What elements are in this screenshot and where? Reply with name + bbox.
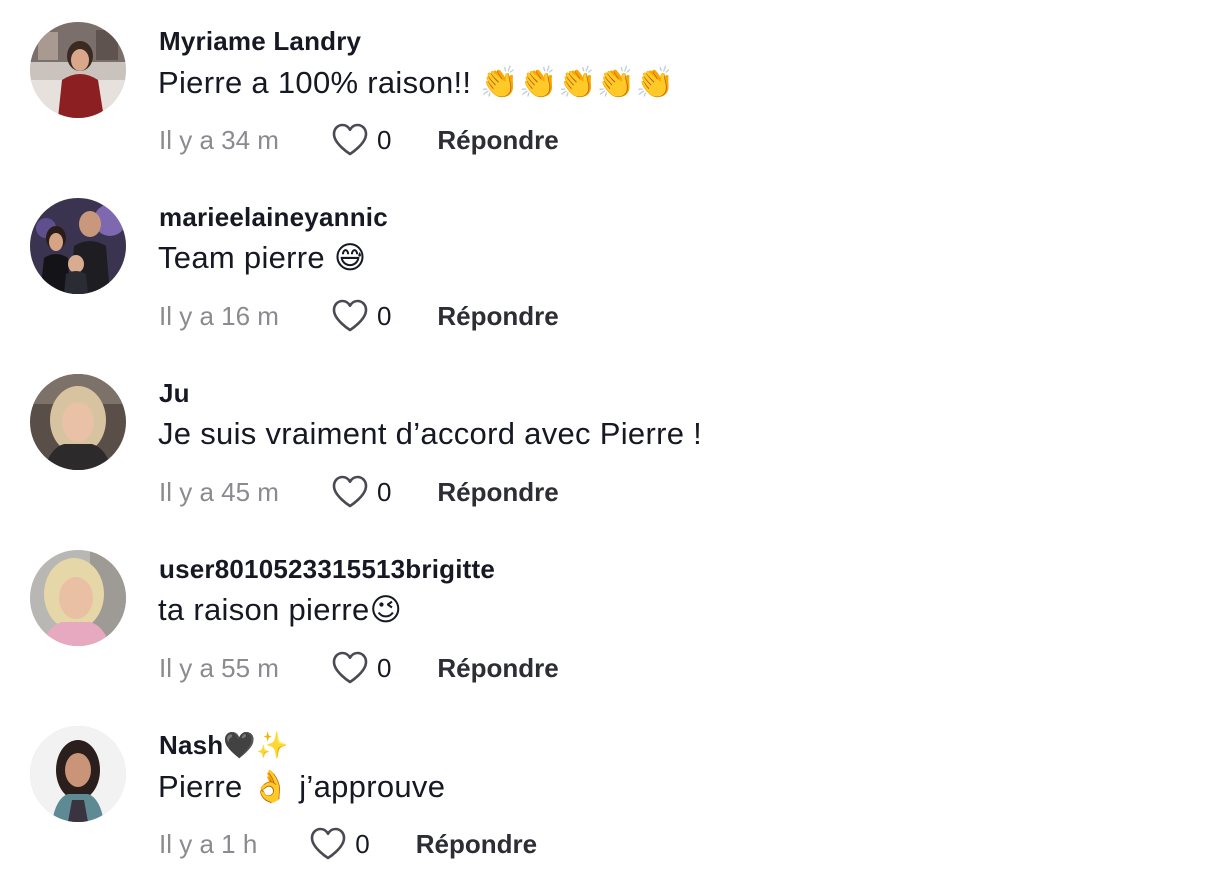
reply-button[interactable]: Répondre — [437, 301, 558, 332]
like-count: 0 — [376, 652, 392, 683]
comment-text: Team pierre 😅 — [158, 240, 367, 275]
heart-outline-icon — [332, 123, 368, 156]
comment-username[interactable]: Nash🖤✨ — [159, 730, 289, 761]
avatar-image — [30, 198, 126, 294]
like-button[interactable]: 0 — [331, 651, 391, 685]
avatar-image — [30, 374, 126, 470]
heart-outline-icon — [332, 651, 368, 684]
like-count: 0 — [376, 300, 392, 331]
like-button[interactable]: 0 — [331, 299, 391, 333]
comment-username[interactable]: Myriame Landry — [159, 26, 361, 57]
comment-meta: Il y a 45 m 0 Répondre — [159, 472, 559, 512]
comment-item: user8010523315513brigitte ta raison pier… — [0, 528, 1208, 704]
comment-meta: Il y a 55 m 0 Répondre — [159, 648, 559, 688]
comment-text: Pierre 👌 j’approuve — [158, 769, 446, 804]
reply-button[interactable]: Répondre — [416, 829, 537, 860]
avatar[interactable] — [30, 550, 126, 646]
reply-button[interactable]: Répondre — [437, 477, 558, 508]
heart-outline-icon — [332, 299, 368, 332]
heart-outline-icon — [332, 475, 368, 508]
comment-timestamp: Il y a 1 h — [159, 828, 258, 859]
comment-timestamp: Il y a 45 m — [159, 476, 279, 507]
like-button[interactable]: 0 — [309, 827, 370, 861]
comment-text: ta raison pierre😉 — [158, 592, 403, 627]
like-count: 0 — [355, 828, 370, 859]
reply-button[interactable]: Répondre — [437, 125, 558, 156]
like-button[interactable]: 0 — [331, 475, 391, 509]
avatar[interactable] — [30, 374, 126, 470]
comment-meta: Il y a 16 m 0 Répondre — [159, 296, 559, 336]
like-count: 0 — [376, 124, 392, 155]
avatar-image — [30, 726, 126, 822]
reply-button[interactable]: Répondre — [437, 653, 558, 684]
comment-item: Nash🖤✨ Pierre 👌 j’approuve Il y a 1 h 0 … — [0, 704, 1208, 880]
comment-username[interactable]: Ju — [159, 378, 190, 409]
avatar-image — [30, 550, 126, 646]
like-count: 0 — [376, 476, 392, 507]
comment-username[interactable]: marieelaineyannic — [159, 202, 388, 233]
comment-meta: Il y a 34 m 0 Répondre — [159, 120, 559, 160]
avatar[interactable] — [30, 726, 126, 822]
comment-timestamp: Il y a 34 m — [159, 124, 279, 155]
avatar-image — [30, 22, 126, 118]
comment-username[interactable]: user8010523315513brigitte — [159, 554, 495, 585]
comment-timestamp: Il y a 16 m — [159, 300, 279, 331]
comment-meta: Il y a 1 h 0 Répondre — [159, 824, 537, 864]
comment-item: Myriame Landry Pierre a 100% raison!! 👏👏… — [0, 0, 1208, 176]
heart-outline-icon — [310, 827, 346, 860]
comment-timestamp: Il y a 55 m — [159, 652, 279, 683]
comment-text: Je suis vraiment d’accord avec Pierre ! — [158, 416, 703, 451]
like-button[interactable]: 0 — [331, 123, 391, 157]
avatar[interactable] — [30, 198, 126, 294]
comment-text: Pierre a 100% raison!! 👏👏👏👏👏 — [158, 65, 675, 100]
comment-item: marieelaineyannic Team pierre 😅 Il y a 1… — [0, 176, 1208, 352]
comment-item: Ju Je suis vraiment d’accord avec Pierre… — [0, 352, 1208, 528]
avatar[interactable] — [30, 22, 126, 118]
